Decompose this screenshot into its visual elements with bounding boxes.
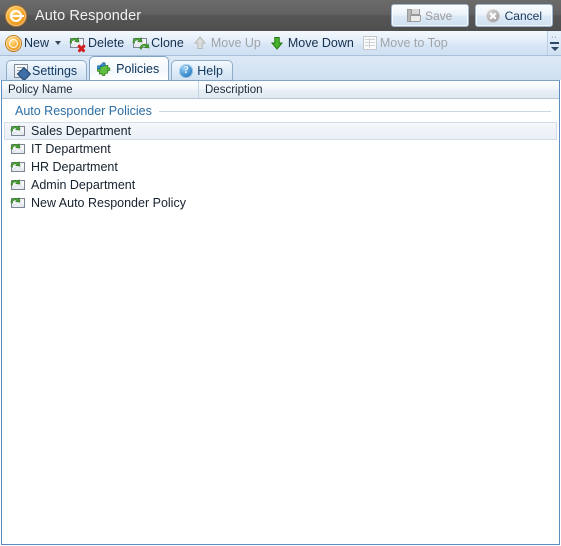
tab-help-label: Help — [197, 63, 223, 78]
auto-responder-policy-icon — [10, 141, 26, 157]
toolbar-item-move-up-label: Move Up — [210, 36, 261, 50]
arrow-down-icon — [269, 35, 285, 51]
puzzle-piece-icon — [96, 61, 112, 76]
circle-x-icon — [485, 8, 500, 23]
auto-responder-policy-icon — [10, 177, 26, 193]
toolbar-item-clone-label: Clone — [151, 36, 184, 50]
window-title: Auto Responder — [35, 7, 142, 24]
group-header-divider — [158, 110, 551, 112]
titlebar: Auto Responder Save Cancel — [0, 0, 561, 31]
group-header: Auto Responder Policies — [2, 102, 559, 120]
arrow-up-icon — [192, 35, 208, 51]
cancel-button-label: Cancel — [504, 8, 542, 23]
titlebar-buttons: Save Cancel — [390, 4, 557, 27]
column-header-description[interactable]: Description — [199, 81, 559, 98]
tab-strip: Settings Policies ? Help — [0, 56, 561, 80]
toolbar-item-delete-label: Delete — [88, 36, 125, 50]
column-headers: Policy Name Description — [2, 81, 559, 99]
toolbar-item-new[interactable]: New — [3, 33, 66, 54]
table-cell-policy-name: Admin Department — [31, 178, 136, 192]
clone-policy-icon — [132, 35, 150, 51]
tab-help[interactable]: ? Help — [171, 60, 233, 80]
column-header-policy-name[interactable]: Policy Name — [2, 81, 199, 98]
toolbar-item-clone[interactable]: Clone — [129, 33, 189, 54]
delete-policy-icon — [69, 35, 85, 51]
policies-panel: Policy Name Description Auto Responder P… — [1, 80, 560, 545]
settings-document-icon — [14, 63, 28, 78]
auto-responder-policy-icon — [10, 159, 26, 175]
auto-responder-circle-icon — [6, 5, 26, 26]
table-row[interactable]: IT Department — [4, 140, 557, 158]
save-button-label: Save — [424, 8, 453, 23]
table-row[interactable]: Sales Department — [4, 122, 557, 140]
new-circle-icon — [6, 35, 21, 51]
toolbar-item-move-up[interactable]: Move Up — [189, 33, 266, 54]
move-to-top-icon — [362, 36, 377, 50]
tab-policies[interactable]: Policies — [89, 56, 170, 80]
toolbar-item-move-to-top-label: Move to Top — [379, 36, 448, 50]
table-row[interactable]: Admin Department — [4, 176, 557, 194]
cancel-button[interactable]: Cancel — [474, 4, 553, 27]
table-row[interactable]: New Auto Responder Policy — [4, 194, 557, 212]
auto-responder-policy-icon — [10, 195, 26, 211]
help-question-icon: ? — [179, 63, 194, 78]
chevron-down-icon[interactable] — [55, 41, 62, 45]
save-button[interactable]: Save — [390, 4, 469, 27]
toolbar-item-move-to-top[interactable]: Move to Top — [359, 33, 453, 54]
table-cell-policy-name: HR Department — [31, 160, 118, 174]
toolbar-overflow-chevron-icon[interactable]: ·· — [547, 31, 561, 55]
toolbar-item-move-down-label: Move Down — [287, 36, 354, 50]
tab-policies-label: Policies — [116, 61, 160, 76]
tab-settings[interactable]: Settings — [6, 60, 88, 80]
table-row[interactable]: HR Department — [4, 158, 557, 176]
tab-settings-label: Settings — [32, 63, 78, 78]
group-header-label: Auto Responder Policies — [15, 104, 152, 118]
toolbar-item-new-label: New — [24, 36, 50, 50]
toolbar-item-move-down[interactable]: Move Down — [266, 33, 359, 54]
policy-list: Sales Department IT Department HR Depart… — [2, 120, 559, 212]
toolbar: New Delete Clone Move Up Move Down Move … — [0, 31, 561, 56]
table-cell-policy-name: Sales Department — [31, 124, 132, 138]
auto-responder-window: Auto Responder Save Cancel New Delete Cl… — [0, 0, 561, 546]
table-cell-policy-name: New Auto Responder Policy — [31, 196, 186, 210]
table-cell-policy-name: IT Department — [31, 142, 111, 156]
auto-responder-policy-icon — [10, 123, 26, 139]
floppy-disk-icon — [406, 9, 421, 22]
toolbar-item-delete[interactable]: Delete — [66, 33, 129, 54]
